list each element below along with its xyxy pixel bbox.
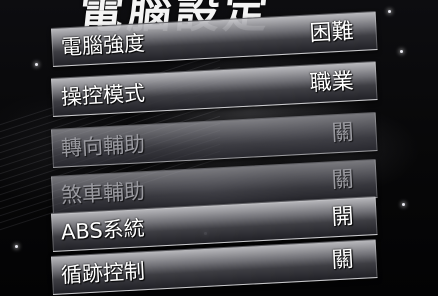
setting-value: 關 (330, 120, 355, 147)
setting-row-ai-difficulty[interactable]: 電腦強度 困難 (50, 11, 378, 67)
setting-label: ABS系統 (60, 216, 146, 245)
setting-value[interactable]: 關 (331, 245, 355, 276)
setting-value[interactable]: 開 (331, 202, 355, 233)
settings-menu: 電腦強度 困難 操控模式 職業 轉向輔助 關 煞車輔助 關 ABS系統 開 循跡… (0, 0, 438, 296)
setting-label: 操控模式 (60, 81, 146, 110)
setting-label: 轉向輔助 (60, 132, 146, 161)
setting-label: 電腦強度 (60, 31, 146, 60)
setting-row-steering-assist: 轉向輔助 關 (50, 112, 378, 168)
setting-label: 循跡控制 (60, 259, 146, 288)
setting-value[interactable]: 困難 (309, 17, 355, 49)
setting-value: 關 (330, 167, 355, 194)
setting-label: 煞車輔助 (60, 179, 146, 208)
setting-row-control-mode[interactable]: 操控模式 職業 (50, 61, 378, 117)
setting-value[interactable]: 職業 (309, 67, 355, 99)
